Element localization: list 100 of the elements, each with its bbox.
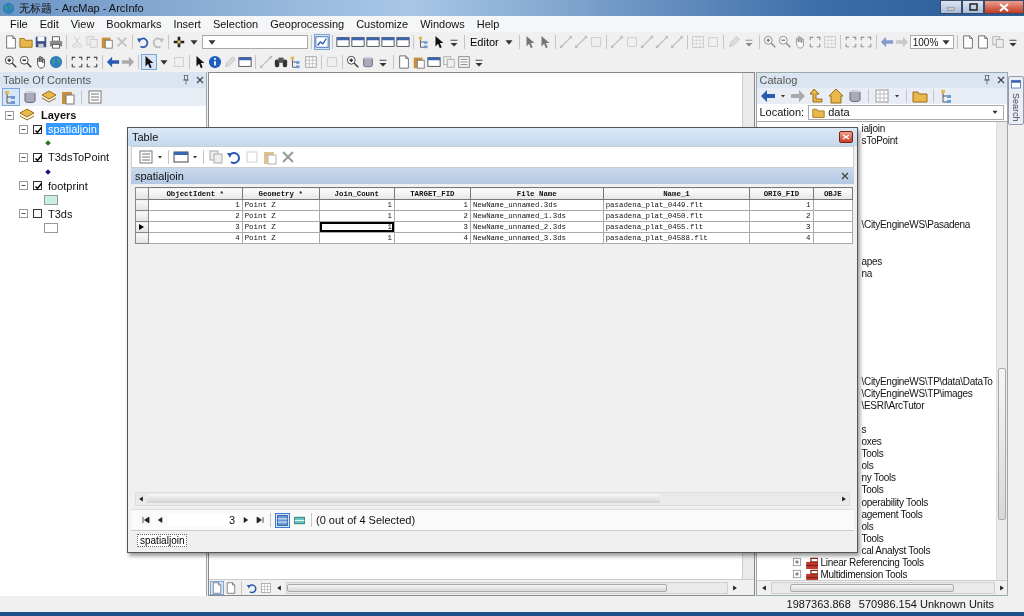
zoom-field[interactable]: 100% (909, 35, 954, 49)
row-selector[interactable] (135, 221, 149, 233)
minimize-button[interactable] (940, 0, 962, 14)
arrow-left-icon[interactable] (106, 55, 120, 69)
catalog-item[interactable]: Tools (861, 532, 884, 544)
globe-icon[interactable] (49, 55, 63, 69)
layer-checkbox[interactable] (33, 124, 42, 134)
window-icon[interactable] (351, 35, 365, 49)
menu-item[interactable]: File (4, 18, 34, 30)
catalog-item[interactable]: ols (861, 520, 874, 532)
window-icon[interactable] (427, 55, 441, 69)
pointer-icon[interactable] (142, 55, 156, 69)
catalog-item[interactable]: sToPoint (861, 135, 898, 147)
catalog-item[interactable]: Multidimension Tools (820, 568, 908, 580)
collapse-icon[interactable] (4, 109, 15, 121)
close-button[interactable] (984, 0, 1024, 14)
last-record-icon[interactable] (254, 514, 266, 526)
layer-checkbox[interactable] (33, 152, 42, 162)
scrollbar[interactable] (770, 582, 995, 595)
catalog-item[interactable]: ialjoin (861, 123, 885, 135)
page-icon[interactable] (975, 35, 990, 49)
catalog-item[interactable]: Tools (861, 484, 884, 496)
menu-item[interactable]: Help (470, 18, 506, 30)
paste-icon[interactable] (100, 35, 114, 49)
menu-item[interactable]: Geoprocessing (264, 18, 351, 30)
catalog-item[interactable]: \CityEngineWS\TP\images (861, 388, 973, 400)
menu-item[interactable]: Customize (350, 18, 415, 30)
menu-item[interactable]: Selection (206, 18, 265, 30)
scrollbar[interactable] (996, 121, 1007, 581)
zoom-out-icon[interactable] (19, 55, 33, 69)
layer-name[interactable]: T3dsToPoint (46, 151, 112, 164)
paste-icon[interactable] (262, 149, 278, 165)
caret-icon[interactable] (156, 153, 164, 161)
catalog-item[interactable]: \CityEngineWS\Pasadena (861, 219, 970, 231)
window-icon[interactable] (238, 55, 252, 69)
grid-icon[interactable] (304, 55, 318, 69)
corners-icon[interactable] (70, 55, 84, 69)
hand-icon[interactable] (34, 55, 48, 69)
view-button[interactable] (275, 512, 290, 528)
scrollbar[interactable] (285, 581, 728, 594)
window-icon[interactable] (381, 35, 395, 49)
collapse-icon[interactable] (18, 151, 29, 163)
caret-icon[interactable] (191, 153, 199, 161)
catalog-item[interactable]: \ESRI\ArcTutor (861, 400, 925, 412)
printer-icon[interactable] (49, 35, 63, 49)
menu-item[interactable]: View (64, 18, 101, 30)
menu-item[interactable]: Insert (167, 18, 207, 30)
catalog-item[interactable]: agement Tools (861, 508, 923, 520)
catalog-item[interactable]: na (861, 267, 873, 279)
arrow-left-icon[interactable] (879, 35, 894, 49)
catalog-item[interactable]: s (861, 424, 867, 436)
catalog-item[interactable]: ny Tools (861, 472, 896, 484)
list-icon[interactable] (87, 89, 103, 105)
page-icon[interactable] (4, 35, 18, 49)
zoom-in-icon[interactable] (346, 55, 360, 69)
window-icon[interactable] (173, 149, 189, 165)
info-icon[interactable] (208, 55, 222, 69)
layers-icon[interactable] (41, 89, 57, 105)
layer-checkbox[interactable] (33, 181, 42, 191)
location-field[interactable]: data (808, 104, 1004, 120)
scrollbar[interactable] (741, 553, 754, 579)
undo-icon[interactable] (245, 581, 258, 594)
layer-name[interactable]: footprint (46, 179, 90, 192)
tree-icon[interactable] (417, 35, 431, 49)
page-icon[interactable] (397, 55, 411, 69)
binoculars-icon[interactable] (274, 55, 288, 69)
zoom-in-icon[interactable] (4, 55, 18, 69)
page-icon[interactable] (960, 35, 975, 49)
delete-icon[interactable] (280, 149, 296, 165)
corners-icon[interactable] (85, 55, 99, 69)
catalog-item[interactable]: \CityEngineWS\TP\data\DataTo (861, 376, 993, 388)
catalog-item[interactable]: Linear Referencing Tools (820, 556, 924, 568)
catalog-item[interactable]: Tools (861, 448, 884, 460)
collapse-icon[interactable] (18, 208, 29, 220)
window-icon[interactable] (336, 35, 350, 49)
layer-group-name[interactable]: Layers (39, 109, 79, 122)
expand-icon[interactable] (791, 569, 802, 580)
undo-icon[interactable] (226, 149, 242, 165)
close-button[interactable] (839, 131, 853, 143)
paste-icon[interactable] (60, 89, 76, 105)
save-icon[interactable] (34, 35, 48, 49)
catalog-item[interactable]: operability Tools (861, 496, 928, 508)
catalog-item[interactable]: apes (861, 255, 882, 267)
page-icon[interactable] (224, 581, 237, 594)
cylinder-icon[interactable] (846, 87, 863, 104)
layer-name[interactable]: T3ds (46, 207, 75, 220)
catalog-item[interactable]: oxes (861, 436, 882, 448)
up-icon[interactable] (808, 87, 825, 104)
expand-icon[interactable] (791, 557, 802, 568)
table-tab[interactable]: spatialjoin (137, 533, 188, 547)
page-icon[interactable] (210, 581, 223, 594)
menu-item[interactable]: Bookmarks (100, 18, 168, 30)
undo-icon[interactable] (136, 35, 150, 49)
menu-item[interactable]: Windows (414, 18, 471, 30)
chart-icon[interactable] (315, 35, 329, 49)
paste-icon[interactable] (412, 55, 426, 69)
record-field[interactable]: 3 (168, 513, 238, 527)
window-icon[interactable] (366, 35, 380, 49)
toolbox-icon[interactable] (804, 555, 818, 569)
cylinder-icon[interactable] (22, 89, 38, 105)
